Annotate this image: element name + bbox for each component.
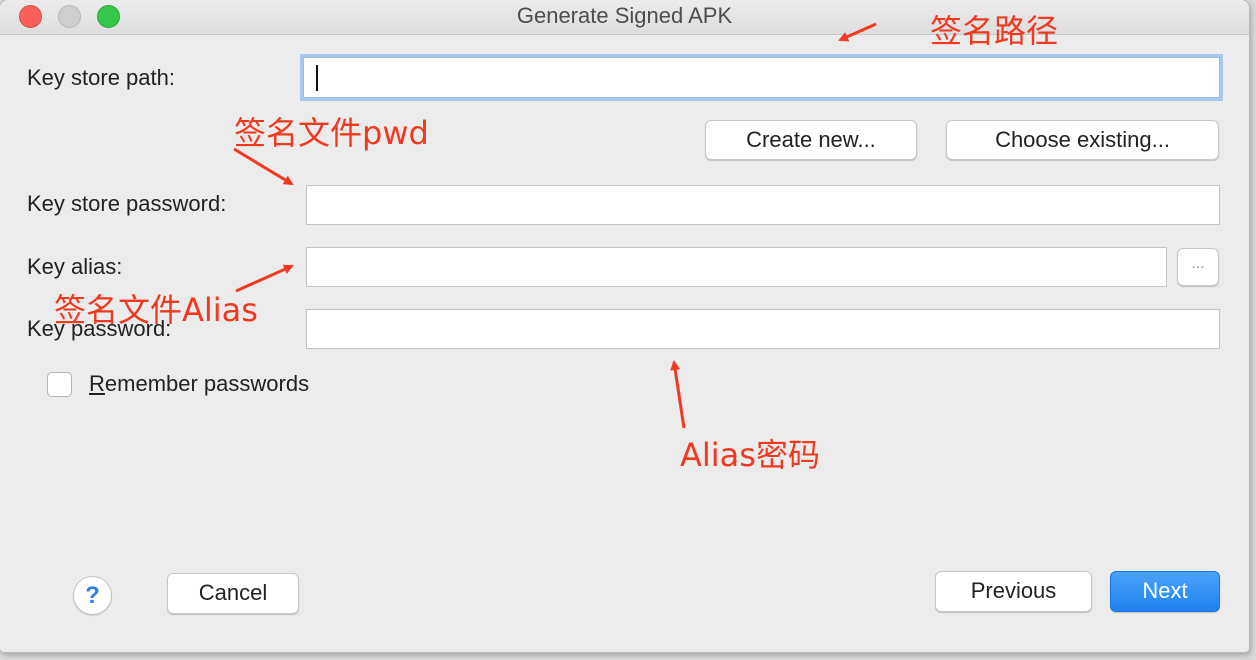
window-title: Generate Signed APK xyxy=(516,3,733,28)
text-caret xyxy=(316,65,318,91)
annotation-alias: 签名文件Alias xyxy=(54,291,258,329)
generate-signed-apk-dialog: Generate Signed APK Key store path: Crea… xyxy=(0,0,1249,652)
key-password-input[interactable] xyxy=(306,309,1220,349)
keystore-password-input[interactable] xyxy=(306,185,1220,225)
key-alias-label: Key alias: xyxy=(27,254,123,279)
previous-button[interactable]: Previous xyxy=(935,571,1092,612)
choose-existing-button[interactable]: Choose existing... xyxy=(946,120,1219,160)
title-bar: Generate Signed APK xyxy=(0,0,1249,35)
next-button[interactable]: Next xyxy=(1110,571,1220,612)
remember-passwords-label[interactable]: Remember passwords xyxy=(89,371,309,397)
help-button[interactable]: ? xyxy=(73,576,112,615)
create-new-button[interactable]: Create new... xyxy=(705,120,917,160)
annotation-path: 签名路径 xyxy=(930,12,1059,50)
key-alias-browse-button[interactable]: ... xyxy=(1177,248,1219,286)
key-alias-input[interactable] xyxy=(306,247,1167,287)
keystore-path-input[interactable] xyxy=(303,57,1220,98)
annotation-alias-pwd: Alias密码 xyxy=(680,436,820,474)
cancel-button[interactable]: Cancel xyxy=(167,573,299,614)
keystore-path-label: Key store path: xyxy=(27,65,175,90)
remember-passwords-checkbox[interactable] xyxy=(47,372,72,397)
keystore-password-label: Key store password: xyxy=(27,191,227,216)
annotation-pwd: 签名文件pwd xyxy=(234,114,429,152)
